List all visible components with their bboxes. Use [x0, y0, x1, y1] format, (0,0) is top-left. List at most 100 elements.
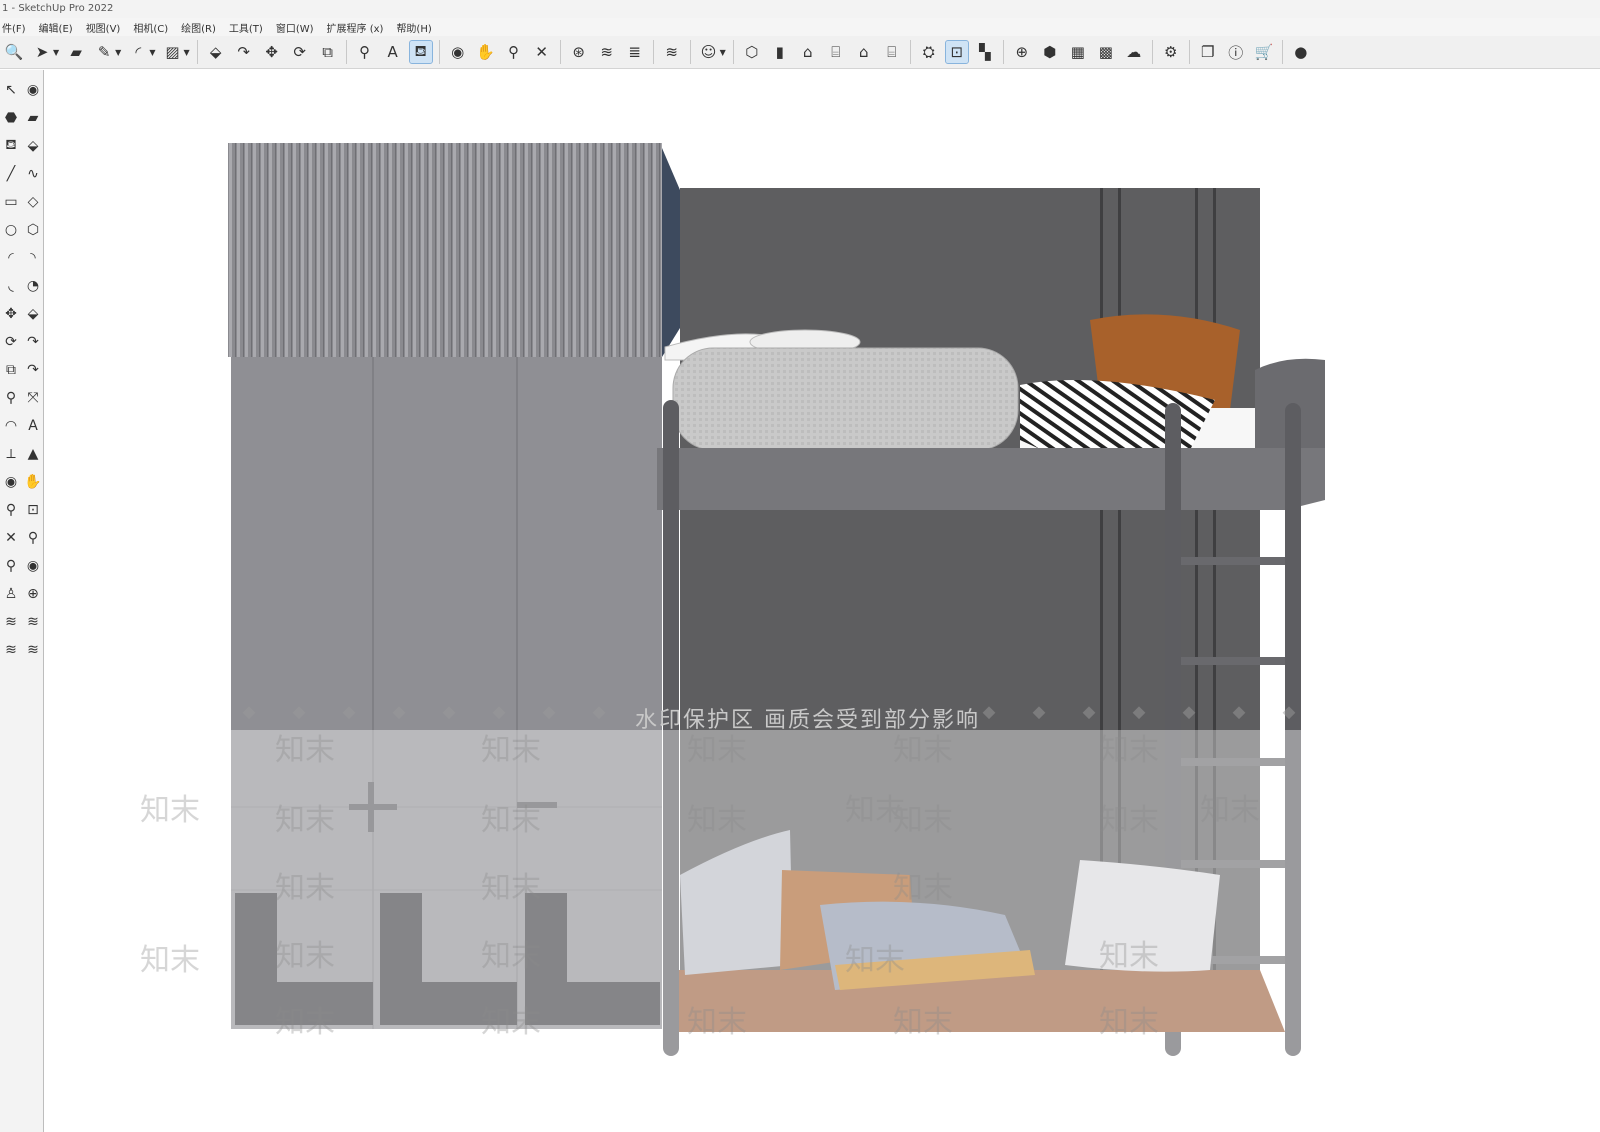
dimension-icon[interactable]: ⤧	[22, 384, 44, 412]
line-icon[interactable]: ╱	[0, 160, 22, 188]
pencil-line-icon[interactable]: ✎	[93, 41, 115, 63]
arc-icon[interactable]: ◜	[127, 41, 149, 63]
checker-icon[interactable]: ▩	[1095, 41, 1117, 63]
add-icon[interactable]: ⊕	[1011, 41, 1033, 63]
select-arrow-icon[interactable]: ➤	[31, 41, 53, 63]
look-around-icon[interactable]: ◉	[22, 552, 44, 580]
scale-icon[interactable]: ⧉	[317, 41, 339, 63]
sandbox2-icon[interactable]: ≋	[22, 608, 44, 636]
menu-item-6[interactable]: 窗口(W)	[276, 20, 314, 35]
axes-icon[interactable]: ⟂	[0, 440, 22, 468]
menu-item-0[interactable]: 件(F)	[2, 20, 26, 35]
cart-icon[interactable]: 🛒	[1253, 41, 1275, 63]
tag-icon[interactable]: ⬙	[22, 132, 44, 160]
eraser-small-icon[interactable]: ▰	[22, 104, 44, 132]
menu-item-2[interactable]: 视图(V)	[86, 20, 121, 35]
paint-bucket-icon[interactable]: ⛾	[408, 40, 433, 64]
settings-gears-icon[interactable]: ⚙	[1160, 41, 1182, 63]
rotate-icon[interactable]: ⟳	[289, 41, 311, 63]
eraser-icon[interactable]: ▰	[65, 41, 87, 63]
follow-me-icon[interactable]: ↷	[233, 41, 255, 63]
orbit-icon[interactable]: ◉	[447, 41, 469, 63]
section-plane-icon[interactable]: ⊡	[944, 40, 969, 64]
freehand-icon[interactable]: ∿	[22, 160, 44, 188]
account-icon[interactable]: ●	[1290, 41, 1312, 63]
zoom-small-icon[interactable]: ⚲	[0, 496, 22, 524]
menu-item-3[interactable]: 相机(C)	[133, 20, 168, 35]
chevron-down-icon[interactable]: ▼	[115, 48, 121, 57]
solid-tools-icon[interactable]: ⛭	[918, 41, 940, 63]
menu-item-4[interactable]: 绘图(R)	[181, 20, 216, 35]
layers-icon[interactable]: ≣	[624, 41, 646, 63]
pushpull-small-icon[interactable]: ⬙	[22, 300, 44, 328]
zoom-extents-icon[interactable]: ✕	[531, 41, 553, 63]
pan-small-icon[interactable]: ✋	[22, 468, 44, 496]
zoom-window-icon[interactable]: ⊡	[22, 496, 44, 524]
menu-item-5[interactable]: 工具(T)	[229, 20, 263, 35]
chevron-down-icon[interactable]: ▼	[53, 48, 59, 57]
orbit2-icon[interactable]: ◉	[0, 468, 22, 496]
text-small-icon[interactable]: A	[22, 412, 44, 440]
iso-view-icon[interactable]: ⬡	[741, 41, 763, 63]
zoom-tool-icon[interactable]: ⚲	[503, 41, 525, 63]
tape-small-icon[interactable]: ⚲	[0, 384, 22, 412]
sandbox3-icon[interactable]: ≋	[0, 636, 22, 664]
info-icon[interactable]: ⓘ	[1225, 41, 1247, 63]
3dtext-icon[interactable]: ▲	[22, 440, 44, 468]
sandbox4-icon[interactable]: ≋	[22, 636, 44, 664]
home-view-icon[interactable]: ⌂	[797, 41, 819, 63]
move-small-icon[interactable]: ✥	[0, 300, 22, 328]
user-icon[interactable]: ☺	[698, 41, 720, 63]
component-icon[interactable]: ⬣	[0, 104, 22, 132]
paint-small-icon[interactable]: ⛾	[0, 132, 22, 160]
cloud-upload-icon[interactable]: ☁	[1123, 41, 1145, 63]
chevron-down-icon[interactable]: ▼	[149, 48, 155, 57]
circle-icon[interactable]: ○	[0, 216, 22, 244]
warehouse-icon[interactable]: ⊛	[568, 41, 590, 63]
protractor-icon[interactable]: ◠	[0, 412, 22, 440]
chevron-down-icon[interactable]: ▼	[183, 48, 189, 57]
previous-icon[interactable]: ⚲	[22, 524, 44, 552]
front-view-icon[interactable]: ▮	[769, 41, 791, 63]
offset-icon[interactable]: ↷	[22, 356, 44, 384]
section-fill-icon[interactable]: ▚	[974, 41, 996, 63]
polygon-icon[interactable]: ⬡	[22, 216, 44, 244]
tape-measure-icon[interactable]: ⚲	[354, 41, 376, 63]
position-camera-icon[interactable]: ⚲	[0, 552, 22, 580]
text-icon[interactable]: A	[382, 41, 404, 63]
pan-icon[interactable]: ✋	[475, 41, 497, 63]
arc-small-icon[interactable]: ◜	[0, 244, 22, 272]
rectangle-icon[interactable]: ▨	[161, 41, 183, 63]
zoom-ext-small-icon[interactable]: ✕	[0, 524, 22, 552]
left-view-icon[interactable]: ⌸	[881, 41, 903, 63]
extension-icon[interactable]: ≋	[596, 41, 618, 63]
arc3-icon[interactable]: ◟	[0, 272, 22, 300]
menu-item-8[interactable]: 帮助(H)	[396, 20, 431, 35]
pie-icon[interactable]: ◔	[22, 272, 44, 300]
arc2-icon[interactable]: ◝	[22, 244, 44, 272]
toolbar-separator	[196, 40, 198, 64]
shield-icon[interactable]: ⬢	[1039, 41, 1061, 63]
model-viewport[interactable]: 知末 知末 知末 知末 知末 知末 知末 知末 知末 知末 知末 知末 知末 知末 知末 知末 知末 知末 知末 知末…	[45, 70, 1600, 1132]
window-icon[interactable]: ❐	[1197, 41, 1219, 63]
right-view-icon[interactable]: ⌸	[825, 41, 847, 63]
sandbox-icon[interactable]: ≋	[661, 41, 683, 63]
rect-small-icon[interactable]: ▭	[0, 188, 22, 216]
rotate-small-icon[interactable]: ⟳	[0, 328, 22, 356]
menu-item-1[interactable]: 编辑(E)	[39, 20, 73, 35]
sandbox-small-icon[interactable]: ≋	[0, 608, 22, 636]
push-pull-icon[interactable]: ⬙	[205, 41, 227, 63]
building-icon[interactable]: ▦	[1067, 41, 1089, 63]
menu-item-7[interactable]: 扩展程序 (x)	[327, 20, 384, 35]
scale-small-icon[interactable]: ⧉	[0, 356, 22, 384]
orbit-small-icon[interactable]: ◉	[22, 76, 44, 104]
move-icon[interactable]: ✥	[261, 41, 283, 63]
followme-small-icon[interactable]: ↷	[22, 328, 44, 356]
back-view-icon[interactable]: ⌂	[853, 41, 875, 63]
section-small-icon[interactable]: ⊕	[22, 580, 44, 608]
rotated-rect-icon[interactable]: ◇	[22, 188, 44, 216]
zoom-icon[interactable]: 🔍	[3, 41, 25, 63]
chevron-down-icon[interactable]: ▼	[720, 48, 726, 57]
walk-icon[interactable]: ♙	[0, 580, 22, 608]
select-icon[interactable]: ↖	[0, 76, 22, 104]
